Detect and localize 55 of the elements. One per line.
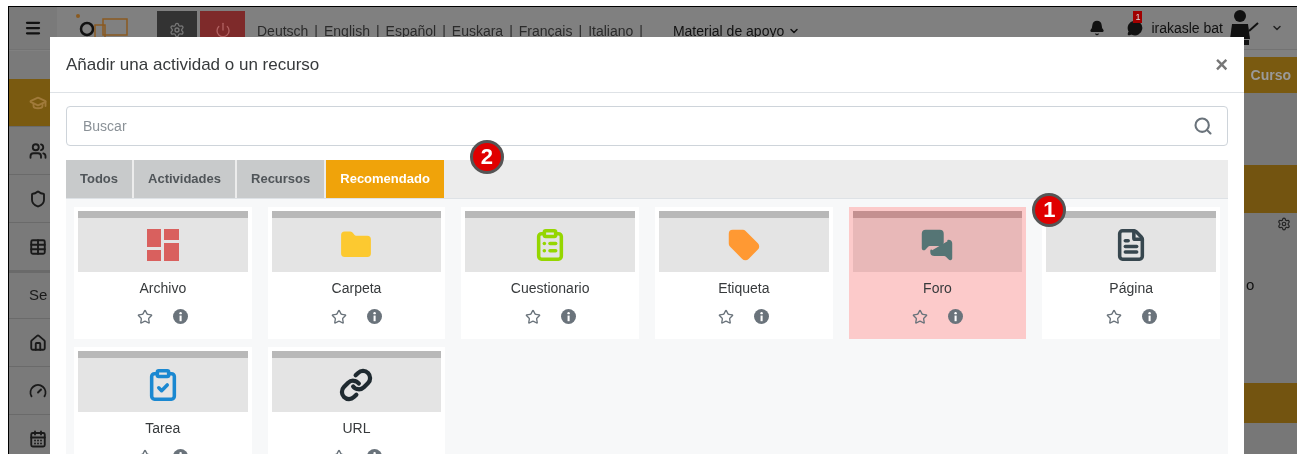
gauge-icon (29, 381, 47, 400)
category-tab[interactable]: Actividades (134, 160, 235, 198)
activity-name: URL (342, 420, 371, 436)
activity-name: Cuestionario (510, 280, 590, 296)
activity-card[interactable]: Cuestionario (461, 207, 639, 339)
activity-name: Página (1109, 280, 1153, 296)
info-icon (173, 309, 189, 324)
star-icon[interactable] (137, 309, 154, 325)
table-icon (29, 237, 47, 256)
search-field[interactable]: Buscar (83, 115, 1193, 137)
star-icon[interactable] (524, 309, 541, 325)
user-name[interactable]: irakasle bat (1151, 17, 1223, 39)
activity-card[interactable]: Archivo (74, 207, 252, 339)
activity-card[interactable]: Tarea (74, 347, 252, 454)
activity-name: Tarea (145, 420, 181, 436)
info-icon (560, 309, 576, 324)
menu-icon[interactable] (24, 19, 42, 37)
callout-badge: 2 (469, 140, 504, 174)
calendar-icon (29, 429, 47, 448)
activity-name: Etiqueta (718, 280, 770, 296)
star-icon[interactable] (912, 309, 928, 325)
menu-dropdown[interactable]: Material de apoyo (672, 14, 801, 42)
search-icon (1193, 116, 1213, 136)
power-icon (214, 22, 231, 38)
modal-title: Añadir una actividad o un recurso (66, 53, 320, 76)
activity-name: Foro (923, 280, 952, 296)
home-icon (29, 333, 47, 352)
activity-card[interactable]: URL (267, 347, 446, 454)
info-icon (367, 309, 382, 324)
activity-card[interactable]: Carpeta (267, 207, 446, 339)
chat-icon (920, 228, 955, 262)
settings-icon[interactable] (1277, 217, 1291, 231)
activity-card[interactable]: Etiqueta (655, 207, 833, 339)
info-icon (948, 309, 963, 324)
info-icon (1141, 309, 1157, 324)
panel-text: o (1246, 276, 1255, 293)
tag-icon (726, 228, 761, 262)
users-icon (29, 141, 47, 160)
search-box[interactable]: Buscar (66, 106, 1228, 146)
shield-icon (29, 189, 47, 208)
star-icon[interactable] (331, 309, 347, 325)
info-icon (754, 309, 770, 324)
notification-badge: 1 (1133, 11, 1143, 23)
chat-icon[interactable] (1127, 20, 1144, 36)
category-tab[interactable]: Todos (66, 160, 133, 198)
activity-name: Archivo (139, 280, 187, 296)
bell-icon[interactable] (1089, 20, 1106, 36)
link-icon (339, 368, 374, 402)
star-icon[interactable] (718, 309, 735, 325)
star-icon[interactable] (1105, 309, 1122, 325)
blocks-icon (146, 229, 179, 261)
settings-icon (169, 22, 185, 38)
close-button[interactable]: × (1215, 53, 1228, 76)
category-tab[interactable]: Recursos (237, 160, 325, 198)
activity-name: Carpeta (331, 280, 382, 296)
